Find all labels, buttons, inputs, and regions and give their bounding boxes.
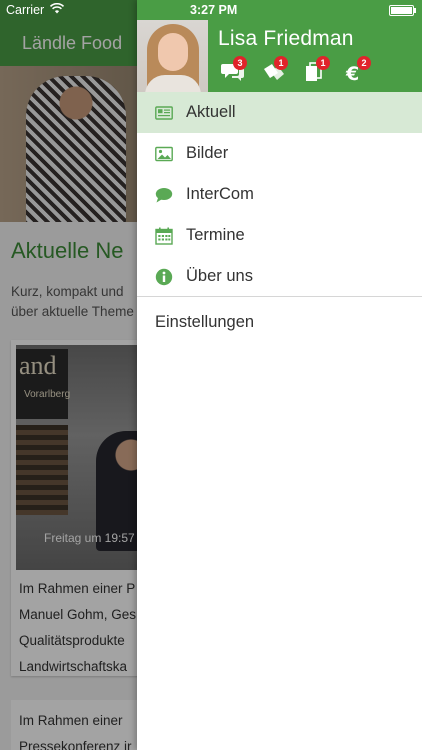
menu-label: Termine xyxy=(186,226,245,244)
tags-badge: 1 xyxy=(274,56,288,70)
chat-badge: 3 xyxy=(233,56,247,70)
tags-icon[interactable]: 1 xyxy=(262,56,288,82)
speech-bubble-icon xyxy=(155,186,173,204)
newspaper-icon xyxy=(155,104,173,122)
euro-badge: 2 xyxy=(357,56,371,70)
euro-icon[interactable]: € 2 xyxy=(345,56,371,82)
status-time: 3:27 PM xyxy=(190,3,238,17)
menu-item-ueber-uns[interactable]: Über uns xyxy=(137,256,422,297)
menu-divider xyxy=(137,296,422,297)
menu-label: Über uns xyxy=(186,267,253,285)
documents-badge: 1 xyxy=(316,56,330,70)
menu-item-bilder[interactable]: Bilder xyxy=(137,133,422,174)
documents-icon[interactable]: 1 xyxy=(304,56,330,82)
settings-label: Einstellungen xyxy=(155,313,255,331)
info-icon xyxy=(155,268,173,286)
calendar-icon xyxy=(155,227,173,245)
carrier-label: Carrier xyxy=(6,3,45,17)
chat-icon[interactable]: 3 xyxy=(221,56,247,82)
side-drawer: Lisa Friedman 3 1 1 € 2 Aktuell Bilder I… xyxy=(137,0,422,750)
avatar[interactable] xyxy=(137,20,208,92)
menu-label: Aktuell xyxy=(186,103,236,121)
image-icon xyxy=(155,145,173,163)
battery-nub xyxy=(414,8,416,13)
drawer-menu: Aktuell Bilder InterCom Termine Über uns xyxy=(137,92,422,297)
wifi-icon xyxy=(49,2,65,17)
menu-item-termine[interactable]: Termine xyxy=(137,215,422,256)
menu-item-einstellungen[interactable]: Einstellungen xyxy=(137,301,422,341)
menu-item-aktuell[interactable]: Aktuell xyxy=(137,92,422,133)
menu-label: Bilder xyxy=(186,144,229,162)
menu-item-intercom[interactable]: InterCom xyxy=(137,174,422,215)
menu-label: InterCom xyxy=(186,185,254,203)
user-name: Lisa Friedman xyxy=(218,27,354,50)
battery-icon xyxy=(389,5,414,16)
status-bar: Carrier 3:27 PM xyxy=(0,0,422,20)
